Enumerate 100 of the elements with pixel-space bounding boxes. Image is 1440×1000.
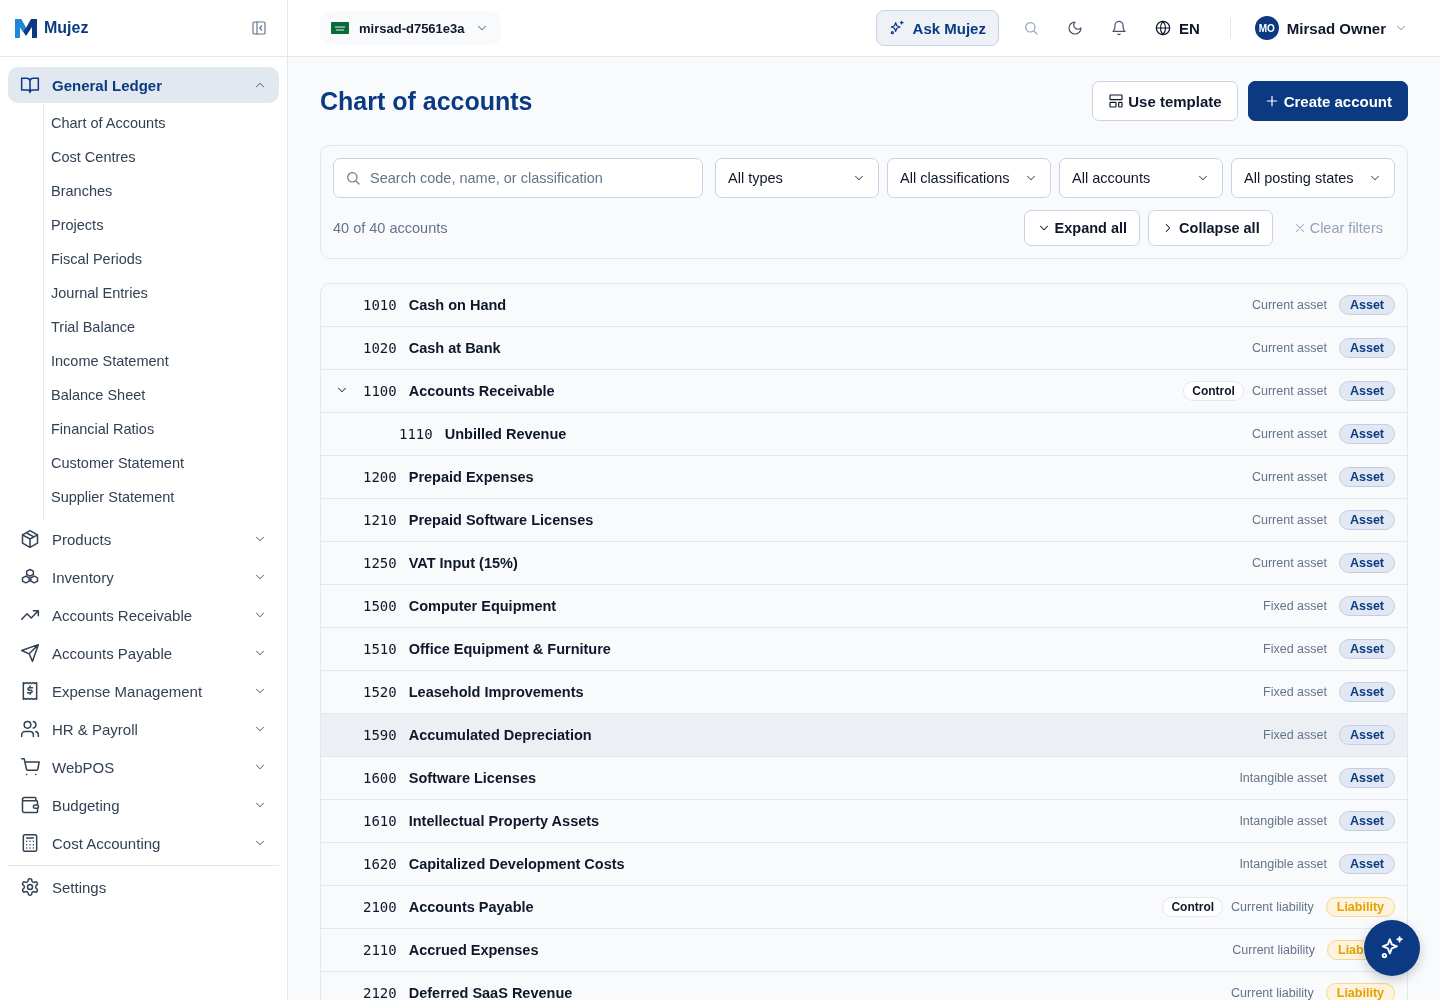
account-classification: Intangible asset <box>1239 857 1327 871</box>
sparkle-icon <box>1379 935 1405 961</box>
receipt-icon <box>20 681 40 701</box>
account-name: Capitalized Development Costs <box>408 856 626 872</box>
nav-subitem[interactable]: Balance Sheet <box>44 378 279 412</box>
account-code: 1520 <box>363 684 397 700</box>
flag-icon <box>331 22 349 34</box>
account-type-tag: Asset <box>1338 381 1395 401</box>
search-field[interactable]: Search code, name, or classification <box>333 158 703 198</box>
tenant-selector[interactable]: mirsad-d7561e3a <box>320 11 501 45</box>
nav-item[interactable]: Inventory <box>8 558 279 596</box>
collapse-all-button[interactable]: Collapse all <box>1148 210 1273 246</box>
account-classification: Current asset <box>1251 384 1327 398</box>
ask-button[interactable]: Ask Mujez <box>875 10 999 46</box>
account-code: 2110 <box>363 942 397 958</box>
account-type-tag: Asset <box>1338 338 1395 358</box>
book-icon <box>20 75 40 95</box>
account-classification: Current liability <box>1231 900 1314 914</box>
account-name: Cash on Hand <box>408 297 508 313</box>
nav-subitem[interactable]: Cost Centres <box>44 140 279 174</box>
settings-icon <box>20 877 40 897</box>
sparkle-icon <box>888 20 905 36</box>
bell-icon[interactable] <box>1110 20 1127 36</box>
nav-item[interactable]: WebPOS <box>8 748 279 786</box>
account-classification: Fixed asset <box>1263 685 1327 699</box>
nav-subitem[interactable]: Journal Entries <box>44 276 279 310</box>
account-name: Cash at Bank <box>408 340 502 356</box>
filter-dropdown[interactable]: All types <box>715 158 879 198</box>
nav-subitem[interactable]: Fiscal Periods <box>44 242 279 276</box>
nav-item[interactable]: Accounts Payable <box>8 634 279 672</box>
nav-item[interactable]: HR & Payroll <box>8 710 279 748</box>
control-tag: Control <box>1183 381 1244 401</box>
account-classification: Current asset <box>1251 427 1327 441</box>
account-classification: Current liability <box>1231 986 1314 1000</box>
nav-item[interactable]: Settings <box>8 868 279 906</box>
account-code: 1600 <box>363 770 397 786</box>
nav-item[interactable]: General Ledger <box>8 67 279 103</box>
language-button[interactable]: EN <box>1148 18 1206 38</box>
account-name: Intellectual Property Assets <box>408 813 601 829</box>
nav-subitem[interactable]: Trial Balance <box>44 310 279 344</box>
nav-item[interactable]: Budgeting <box>8 786 279 824</box>
moon-icon[interactable] <box>1066 20 1083 36</box>
account-type-tag: Asset <box>1338 467 1395 487</box>
account-type-tag: Asset <box>1338 596 1395 616</box>
filter-dropdown[interactable]: All accounts <box>1059 158 1223 198</box>
account-name: Accounts Payable <box>408 899 535 915</box>
user-avatar[interactable]: MO <box>1254 16 1279 40</box>
account-classification: Current asset <box>1251 470 1327 484</box>
expand-all-button[interactable]: Expand all <box>1023 210 1141 246</box>
user-name[interactable]: Mirsad Owner <box>1286 19 1386 37</box>
filter-dropdown[interactable]: All posting states <box>1231 158 1395 198</box>
account-classification: Current asset <box>1251 556 1327 570</box>
nav-item[interactable]: Accounts Receivable <box>8 596 279 634</box>
account-type-tag: Liability <box>1325 983 1395 1000</box>
account-classification: Fixed asset <box>1263 728 1327 742</box>
account-classification: Fixed asset <box>1263 642 1327 656</box>
account-code: 1610 <box>363 813 397 829</box>
nav-subitem[interactable]: Chart of Accounts <box>44 106 279 140</box>
page-title: Chart of accounts <box>320 86 534 116</box>
nav-subitem[interactable]: Income Statement <box>44 344 279 378</box>
sidebar-toggle-icon[interactable] <box>251 20 267 36</box>
account-type-tag: Asset <box>1338 682 1395 702</box>
calculator-icon <box>20 833 40 853</box>
account-code: 1110 <box>399 426 433 442</box>
account-type-tag: Asset <box>1338 854 1395 874</box>
account-classification: Intangible asset <box>1239 771 1327 785</box>
search-icon <box>345 170 361 186</box>
account-name: Prepaid Software Licenses <box>408 512 595 528</box>
account-name: Software Licenses <box>408 770 538 786</box>
account-type-tag: Asset <box>1338 553 1395 573</box>
account-name: Accumulated Depreciation <box>408 727 593 743</box>
nav-subitem[interactable]: Supplier Statement <box>44 480 279 514</box>
account-type-tag: Asset <box>1338 424 1395 444</box>
account-classification: Fixed asset <box>1263 599 1327 613</box>
account-type-tag: Asset <box>1338 811 1395 831</box>
highlighted-account-row[interactable]: 1590 Accumulated Depreciation Fixed asset Asset <box>321 714 1407 757</box>
wallet-icon <box>20 795 40 815</box>
account-classification: Intangible asset <box>1239 814 1327 828</box>
account-code: 2100 <box>363 899 397 915</box>
nav-item[interactable]: Products <box>8 520 279 558</box>
account-type-tag: Asset <box>1338 725 1395 745</box>
nav-subitem[interactable]: Projects <box>44 208 279 242</box>
create-account-button[interactable]: Create account <box>1247 81 1408 121</box>
account-code: 1500 <box>363 598 397 614</box>
nav-item[interactable]: Expense Management <box>8 672 279 710</box>
nav-item[interactable]: Cost Accounting <box>8 824 279 862</box>
account-count: 40 of 40 accounts <box>333 220 449 236</box>
account-type-tag: Asset <box>1338 639 1395 659</box>
filter-dropdown[interactable]: All classifications <box>887 158 1051 198</box>
nav-subitem[interactable]: Branches <box>44 174 279 208</box>
account-code: 2120 <box>363 985 397 1000</box>
account-code: 1210 <box>363 512 397 528</box>
nav-subitem[interactable]: Financial Ratios <box>44 412 279 446</box>
account-code: 1510 <box>363 641 397 657</box>
nav-subitem[interactable]: Customer Statement <box>44 446 279 480</box>
control-tag: Control <box>1162 897 1224 917</box>
use-template-button[interactable]: Use template <box>1092 81 1238 121</box>
account-name: Computer Equipment <box>408 598 558 614</box>
account-code: 1100 <box>363 383 397 399</box>
account-name: Accrued Expenses <box>408 942 540 958</box>
